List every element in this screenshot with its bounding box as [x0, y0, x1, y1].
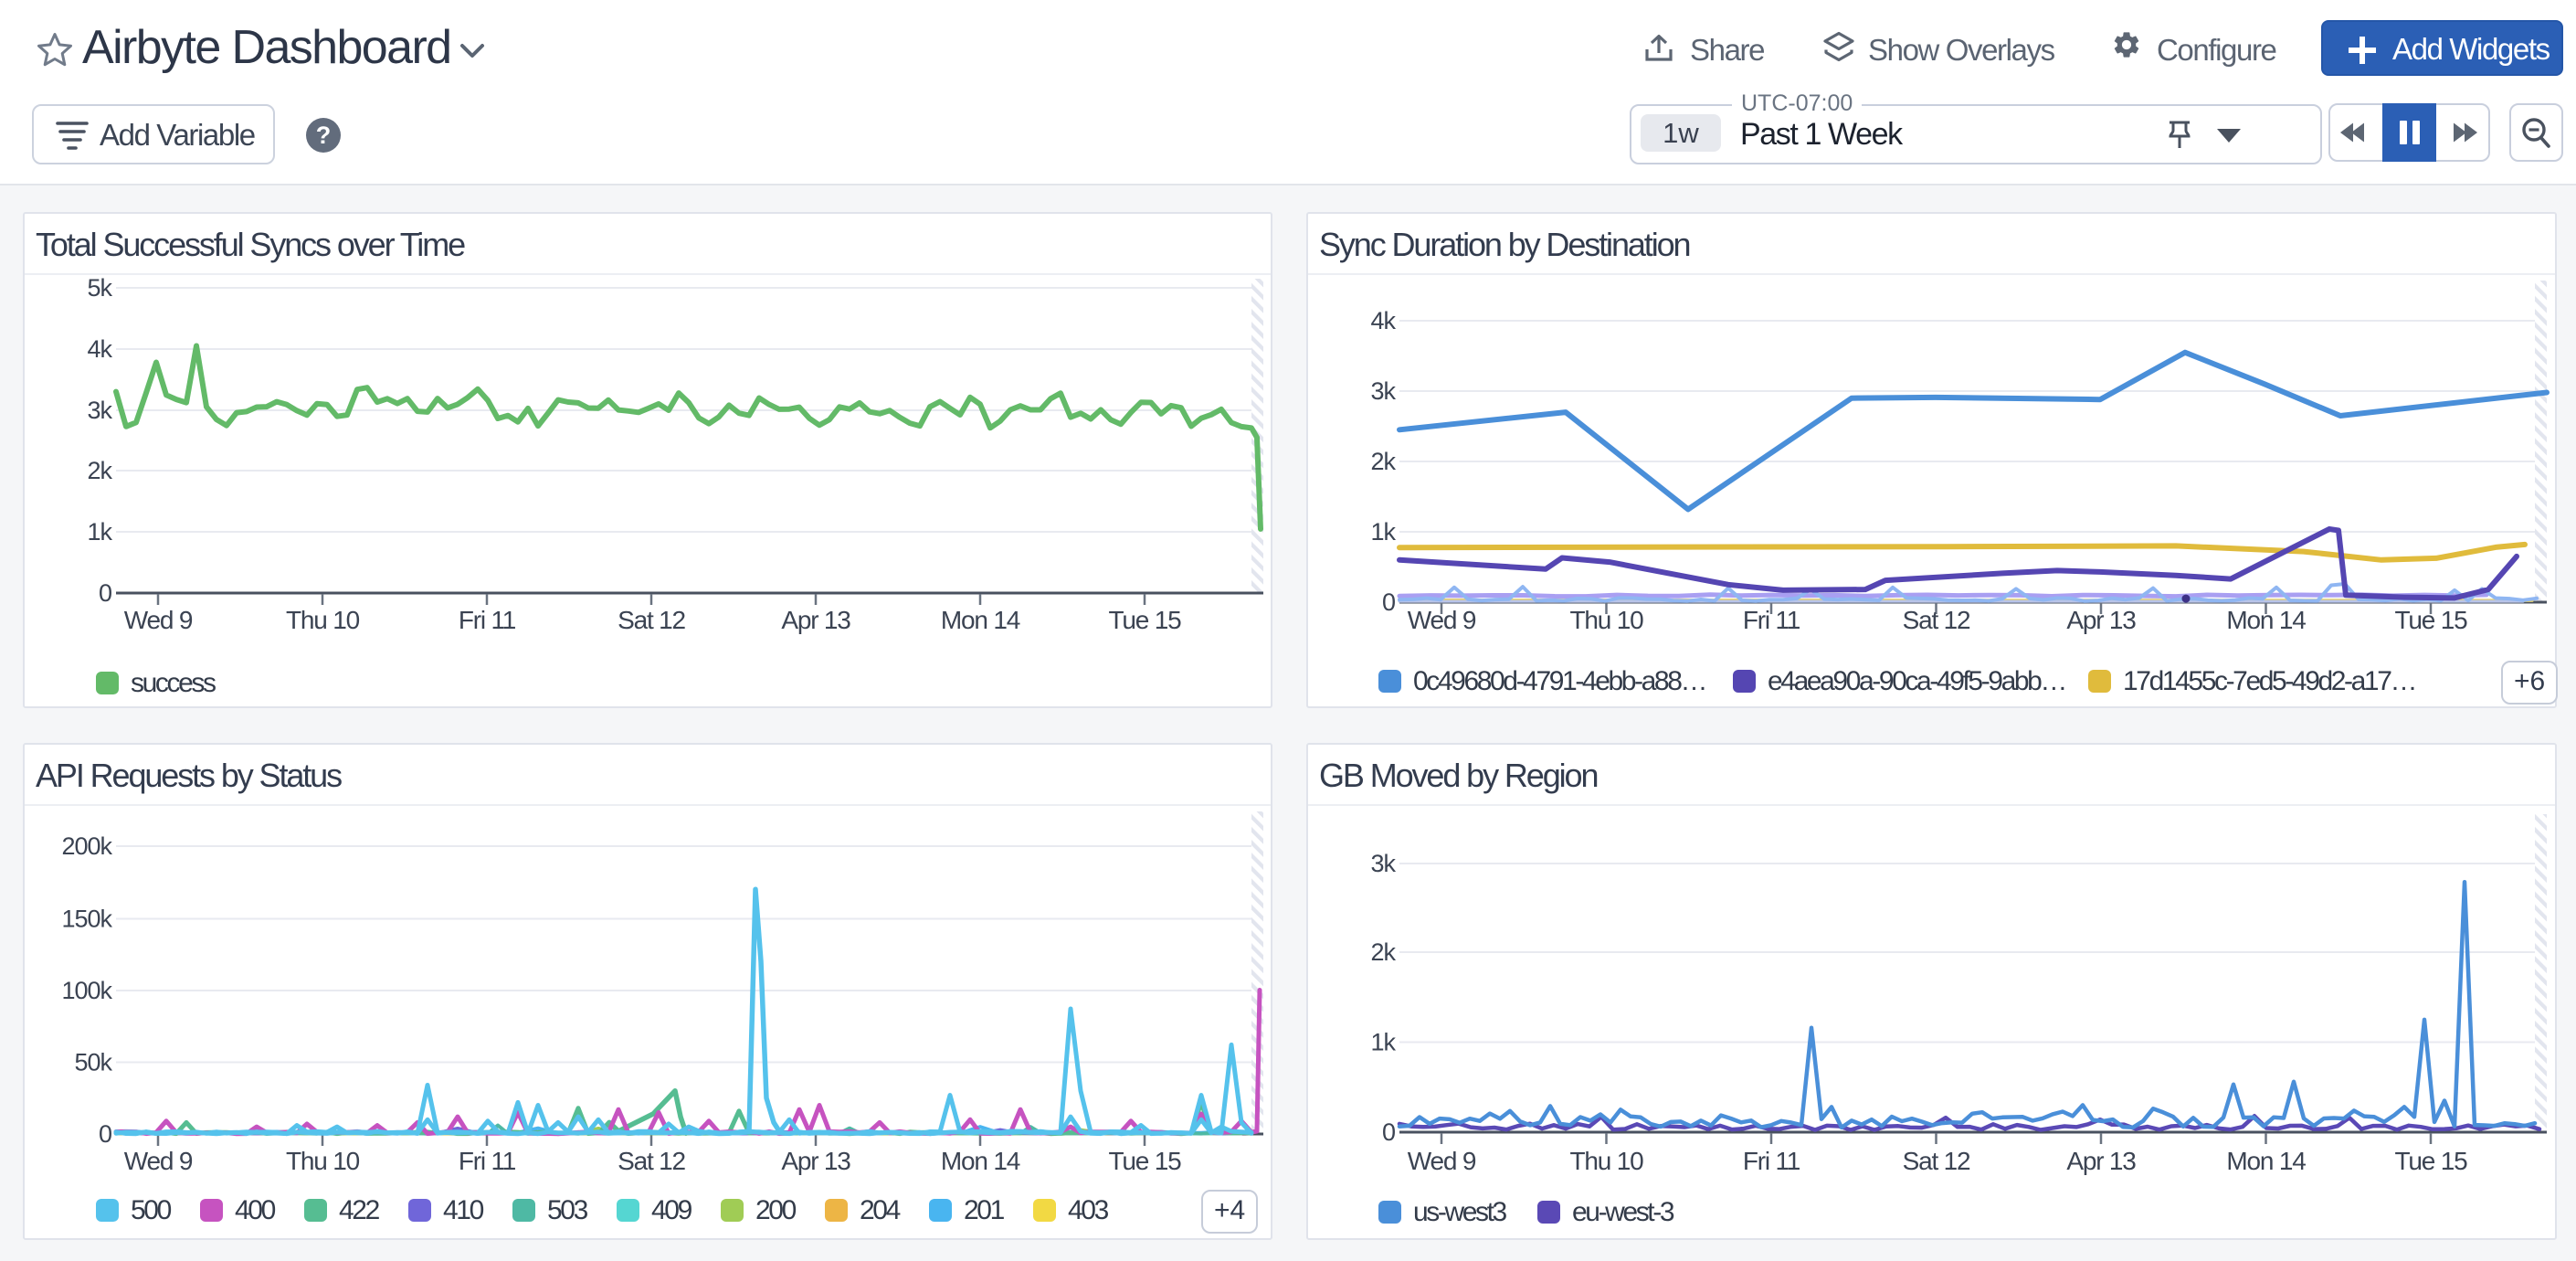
svg-text:Tue 15: Tue 15 [2395, 1147, 2468, 1175]
svg-text:Mon 14: Mon 14 [2226, 1147, 2306, 1175]
svg-text:1k: 1k [87, 518, 112, 546]
svg-text:1k: 1k [1370, 1029, 1396, 1056]
svg-text:Thu 10: Thu 10 [1570, 606, 1644, 634]
svg-text:3k: 3k [87, 397, 112, 424]
svg-text:Tue 15: Tue 15 [2395, 606, 2468, 634]
svg-text:150k: 150k [61, 906, 112, 933]
svg-text:0: 0 [1382, 1118, 1395, 1146]
svg-text:Apr 13: Apr 13 [781, 1147, 850, 1175]
svg-text:3k: 3k [1370, 850, 1396, 877]
svg-text:5k: 5k [87, 276, 112, 302]
svg-text:100k: 100k [61, 977, 112, 1004]
svg-text:0: 0 [1382, 588, 1395, 616]
svg-text:200k: 200k [61, 832, 112, 860]
svg-text:Thu 10: Thu 10 [286, 1147, 360, 1175]
svg-text:Sat 12: Sat 12 [1903, 1147, 1970, 1175]
svg-text:4k: 4k [87, 335, 112, 363]
svg-text:0: 0 [99, 579, 111, 607]
svg-text:Wed 9: Wed 9 [124, 1147, 193, 1175]
svg-text:Fri 11: Fri 11 [459, 1147, 516, 1175]
svg-text:Sat 12: Sat 12 [1903, 606, 1970, 634]
svg-text:4k: 4k [1370, 307, 1396, 334]
svg-text:Fri 11: Fri 11 [1743, 606, 1800, 634]
svg-text:Mon 14: Mon 14 [2226, 606, 2306, 634]
svg-text:Wed 9: Wed 9 [124, 606, 193, 634]
svg-text:Tue 15: Tue 15 [1109, 606, 1182, 634]
svg-text:Wed 9: Wed 9 [1408, 606, 1476, 634]
svg-text:2k: 2k [1370, 448, 1396, 475]
svg-text:Fri 11: Fri 11 [1743, 1147, 1800, 1175]
svg-text:Thu 10: Thu 10 [286, 606, 360, 634]
svg-text:3k: 3k [1370, 377, 1396, 405]
svg-text:Fri 11: Fri 11 [459, 606, 516, 634]
svg-text:Tue 15: Tue 15 [1109, 1147, 1182, 1175]
svg-text:2k: 2k [1370, 938, 1396, 966]
svg-text:Mon 14: Mon 14 [941, 606, 1020, 634]
svg-text:50k: 50k [74, 1049, 112, 1076]
svg-text:0: 0 [99, 1120, 111, 1148]
svg-text:Mon 14: Mon 14 [941, 1147, 1020, 1175]
svg-text:Apr 13: Apr 13 [781, 606, 850, 634]
svg-text:Wed 9: Wed 9 [1408, 1147, 1476, 1175]
svg-text:Apr 13: Apr 13 [2066, 606, 2136, 634]
svg-text:Apr 13: Apr 13 [2066, 1147, 2136, 1175]
svg-text:1k: 1k [1370, 518, 1396, 546]
svg-text:Sat 12: Sat 12 [618, 1147, 685, 1175]
svg-text:2k: 2k [87, 457, 112, 484]
svg-text:Thu 10: Thu 10 [1570, 1147, 1644, 1175]
svg-text:Sat 12: Sat 12 [618, 606, 685, 634]
